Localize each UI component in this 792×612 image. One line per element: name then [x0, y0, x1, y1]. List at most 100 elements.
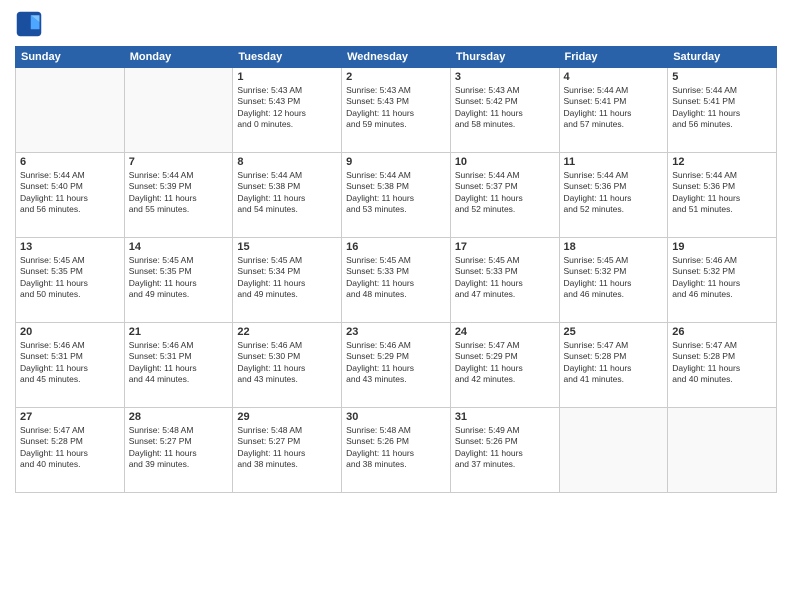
day-number: 11 — [564, 156, 664, 168]
day-number: 29 — [237, 411, 337, 423]
calendar-cell: 5 Sunrise: 5:44 AM Sunset: 5:41 PM Daylig… — [668, 68, 777, 153]
weekday-header-saturday: Saturday — [668, 47, 777, 68]
calendar-cell: 28 Sunrise: 5:48 AM Sunset: 5:27 PM Dayli… — [124, 408, 233, 493]
calendar-cell: 24 Sunrise: 5:47 AM Sunset: 5:29 PM Dayli… — [450, 323, 559, 408]
day-number: 21 — [129, 326, 229, 338]
day-info: Sunrise: 5:45 AM Sunset: 5:33 PM Dayligh… — [455, 255, 555, 301]
day-info: Sunrise: 5:44 AM Sunset: 5:40 PM Dayligh… — [20, 170, 120, 216]
day-number: 14 — [129, 241, 229, 253]
calendar-cell: 31 Sunrise: 5:49 AM Sunset: 5:26 PM Dayli… — [450, 408, 559, 493]
day-info: Sunrise: 5:45 AM Sunset: 5:34 PM Dayligh… — [237, 255, 337, 301]
day-info: Sunrise: 5:44 AM Sunset: 5:41 PM Dayligh… — [672, 85, 772, 131]
day-number: 1 — [237, 71, 337, 83]
day-number: 26 — [672, 326, 772, 338]
logo-icon — [15, 10, 43, 38]
calendar-cell: 9Sunrise: 5:44 AM Sunset: 5:38 PM Daylig… — [342, 153, 451, 238]
day-number: 5 — [672, 71, 772, 83]
day-number: 30 — [346, 411, 446, 423]
calendar-cell: 18Sunrise: 5:45 AM Sunset: 5:32 PM Dayli… — [559, 238, 668, 323]
calendar-week-1: 1 Sunrise: 5:43 AM Sunset: 5:43 PM Daylig… — [16, 68, 777, 153]
calendar-week-4: 20Sunrise: 5:46 AM Sunset: 5:31 PM Dayli… — [16, 323, 777, 408]
day-info: Sunrise: 5:45 AM Sunset: 5:33 PM Dayligh… — [346, 255, 446, 301]
day-info: Sunrise: 5:44 AM Sunset: 5:39 PM Dayligh… — [129, 170, 229, 216]
calendar-cell: 20Sunrise: 5:46 AM Sunset: 5:31 PM Dayli… — [16, 323, 125, 408]
day-info: Sunrise: 5:47 AM Sunset: 5:28 PM Dayligh… — [564, 340, 664, 386]
calendar-cell: 23 Sunrise: 5:46 AM Sunset: 5:29 PM Dayli… — [342, 323, 451, 408]
day-info: Sunrise: 5:47 AM Sunset: 5:28 PM Dayligh… — [20, 425, 120, 471]
day-info: Sunrise: 5:46 AM Sunset: 5:31 PM Dayligh… — [20, 340, 120, 386]
calendar-cell: 8 Sunrise: 5:44 AM Sunset: 5:38 PM Daylig… — [233, 153, 342, 238]
day-number: 12 — [672, 156, 772, 168]
calendar-cell: 27 Sunrise: 5:47 AM Sunset: 5:28 PM Dayli… — [16, 408, 125, 493]
day-info: Sunrise: 5:46 AM Sunset: 5:31 PM Dayligh… — [129, 340, 229, 386]
day-number: 13 — [20, 241, 120, 253]
day-number: 8 — [237, 156, 337, 168]
day-info: Sunrise: 5:44 AM Sunset: 5:36 PM Dayligh… — [672, 170, 772, 216]
day-info: Sunrise: 5:44 AM Sunset: 5:37 PM Dayligh… — [455, 170, 555, 216]
day-number: 6 — [20, 156, 120, 168]
day-number: 28 — [129, 411, 229, 423]
calendar-cell: 4Sunrise: 5:44 AM Sunset: 5:41 PM Daylig… — [559, 68, 668, 153]
day-number: 24 — [455, 326, 555, 338]
calendar-cell: 21 Sunrise: 5:46 AM Sunset: 5:31 PM Dayli… — [124, 323, 233, 408]
calendar-cell — [124, 68, 233, 153]
weekday-header-friday: Friday — [559, 47, 668, 68]
day-number: 15 — [237, 241, 337, 253]
day-number: 19 — [672, 241, 772, 253]
day-info: Sunrise: 5:43 AM Sunset: 5:42 PM Dayligh… — [455, 85, 555, 131]
day-info: Sunrise: 5:49 AM Sunset: 5:26 PM Dayligh… — [455, 425, 555, 471]
calendar-cell — [668, 408, 777, 493]
day-number: 31 — [455, 411, 555, 423]
calendar-header-row: SundayMondayTuesdayWednesdayThursdayFrid… — [16, 47, 777, 68]
weekday-header-tuesday: Tuesday — [233, 47, 342, 68]
day-info: Sunrise: 5:43 AM Sunset: 5:43 PM Dayligh… — [346, 85, 446, 131]
calendar-cell: 7 Sunrise: 5:44 AM Sunset: 5:39 PM Daylig… — [124, 153, 233, 238]
day-info: Sunrise: 5:43 AM Sunset: 5:43 PM Dayligh… — [237, 85, 337, 131]
weekday-header-thursday: Thursday — [450, 47, 559, 68]
day-info: Sunrise: 5:44 AM Sunset: 5:38 PM Dayligh… — [237, 170, 337, 216]
day-info: Sunrise: 5:46 AM Sunset: 5:32 PM Dayligh… — [672, 255, 772, 301]
day-number: 27 — [20, 411, 120, 423]
calendar-cell — [16, 68, 125, 153]
day-info: Sunrise: 5:47 AM Sunset: 5:29 PM Dayligh… — [455, 340, 555, 386]
day-number: 23 — [346, 326, 446, 338]
calendar-cell: 10 Sunrise: 5:44 AM Sunset: 5:37 PM Dayli… — [450, 153, 559, 238]
calendar-week-3: 13 Sunrise: 5:45 AM Sunset: 5:35 PM Dayli… — [16, 238, 777, 323]
day-info: Sunrise: 5:47 AM Sunset: 5:28 PM Dayligh… — [672, 340, 772, 386]
day-number: 10 — [455, 156, 555, 168]
day-number: 3 — [455, 71, 555, 83]
day-number: 7 — [129, 156, 229, 168]
day-info: Sunrise: 5:44 AM Sunset: 5:41 PM Dayligh… — [564, 85, 664, 131]
weekday-header-sunday: Sunday — [16, 47, 125, 68]
day-info: Sunrise: 5:45 AM Sunset: 5:32 PM Dayligh… — [564, 255, 664, 301]
day-number: 22 — [237, 326, 337, 338]
calendar-cell: 1 Sunrise: 5:43 AM Sunset: 5:43 PM Daylig… — [233, 68, 342, 153]
day-info: Sunrise: 5:48 AM Sunset: 5:26 PM Dayligh… — [346, 425, 446, 471]
day-info: Sunrise: 5:48 AM Sunset: 5:27 PM Dayligh… — [129, 425, 229, 471]
calendar-cell: 29 Sunrise: 5:48 AM Sunset: 5:27 PM Dayli… — [233, 408, 342, 493]
calendar-week-2: 6 Sunrise: 5:44 AM Sunset: 5:40 PM Daylig… — [16, 153, 777, 238]
calendar-cell: 17 Sunrise: 5:45 AM Sunset: 5:33 PM Dayli… — [450, 238, 559, 323]
calendar-cell: 22Sunrise: 5:46 AM Sunset: 5:30 PM Dayli… — [233, 323, 342, 408]
day-number: 2 — [346, 71, 446, 83]
day-number: 25 — [564, 326, 664, 338]
day-info: Sunrise: 5:45 AM Sunset: 5:35 PM Dayligh… — [129, 255, 229, 301]
calendar-cell: 13 Sunrise: 5:45 AM Sunset: 5:35 PM Dayli… — [16, 238, 125, 323]
calendar-cell: 12 Sunrise: 5:44 AM Sunset: 5:36 PM Dayli… — [668, 153, 777, 238]
day-number: 16 — [346, 241, 446, 253]
calendar: SundayMondayTuesdayWednesdayThursdayFrid… — [15, 46, 777, 493]
calendar-cell: 26 Sunrise: 5:47 AM Sunset: 5:28 PM Dayli… — [668, 323, 777, 408]
calendar-cell: 19 Sunrise: 5:46 AM Sunset: 5:32 PM Dayli… — [668, 238, 777, 323]
page-header — [15, 10, 777, 38]
day-info: Sunrise: 5:44 AM Sunset: 5:36 PM Dayligh… — [564, 170, 664, 216]
calendar-cell: 11 Sunrise: 5:44 AM Sunset: 5:36 PM Dayli… — [559, 153, 668, 238]
day-info: Sunrise: 5:46 AM Sunset: 5:29 PM Dayligh… — [346, 340, 446, 386]
day-info: Sunrise: 5:48 AM Sunset: 5:27 PM Dayligh… — [237, 425, 337, 471]
calendar-cell — [559, 408, 668, 493]
day-number: 17 — [455, 241, 555, 253]
calendar-cell: 3 Sunrise: 5:43 AM Sunset: 5:42 PM Daylig… — [450, 68, 559, 153]
calendar-cell: 2 Sunrise: 5:43 AM Sunset: 5:43 PM Daylig… — [342, 68, 451, 153]
day-info: Sunrise: 5:44 AM Sunset: 5:38 PM Dayligh… — [346, 170, 446, 216]
calendar-cell: 30 Sunrise: 5:48 AM Sunset: 5:26 PM Dayli… — [342, 408, 451, 493]
day-info: Sunrise: 5:45 AM Sunset: 5:35 PM Dayligh… — [20, 255, 120, 301]
